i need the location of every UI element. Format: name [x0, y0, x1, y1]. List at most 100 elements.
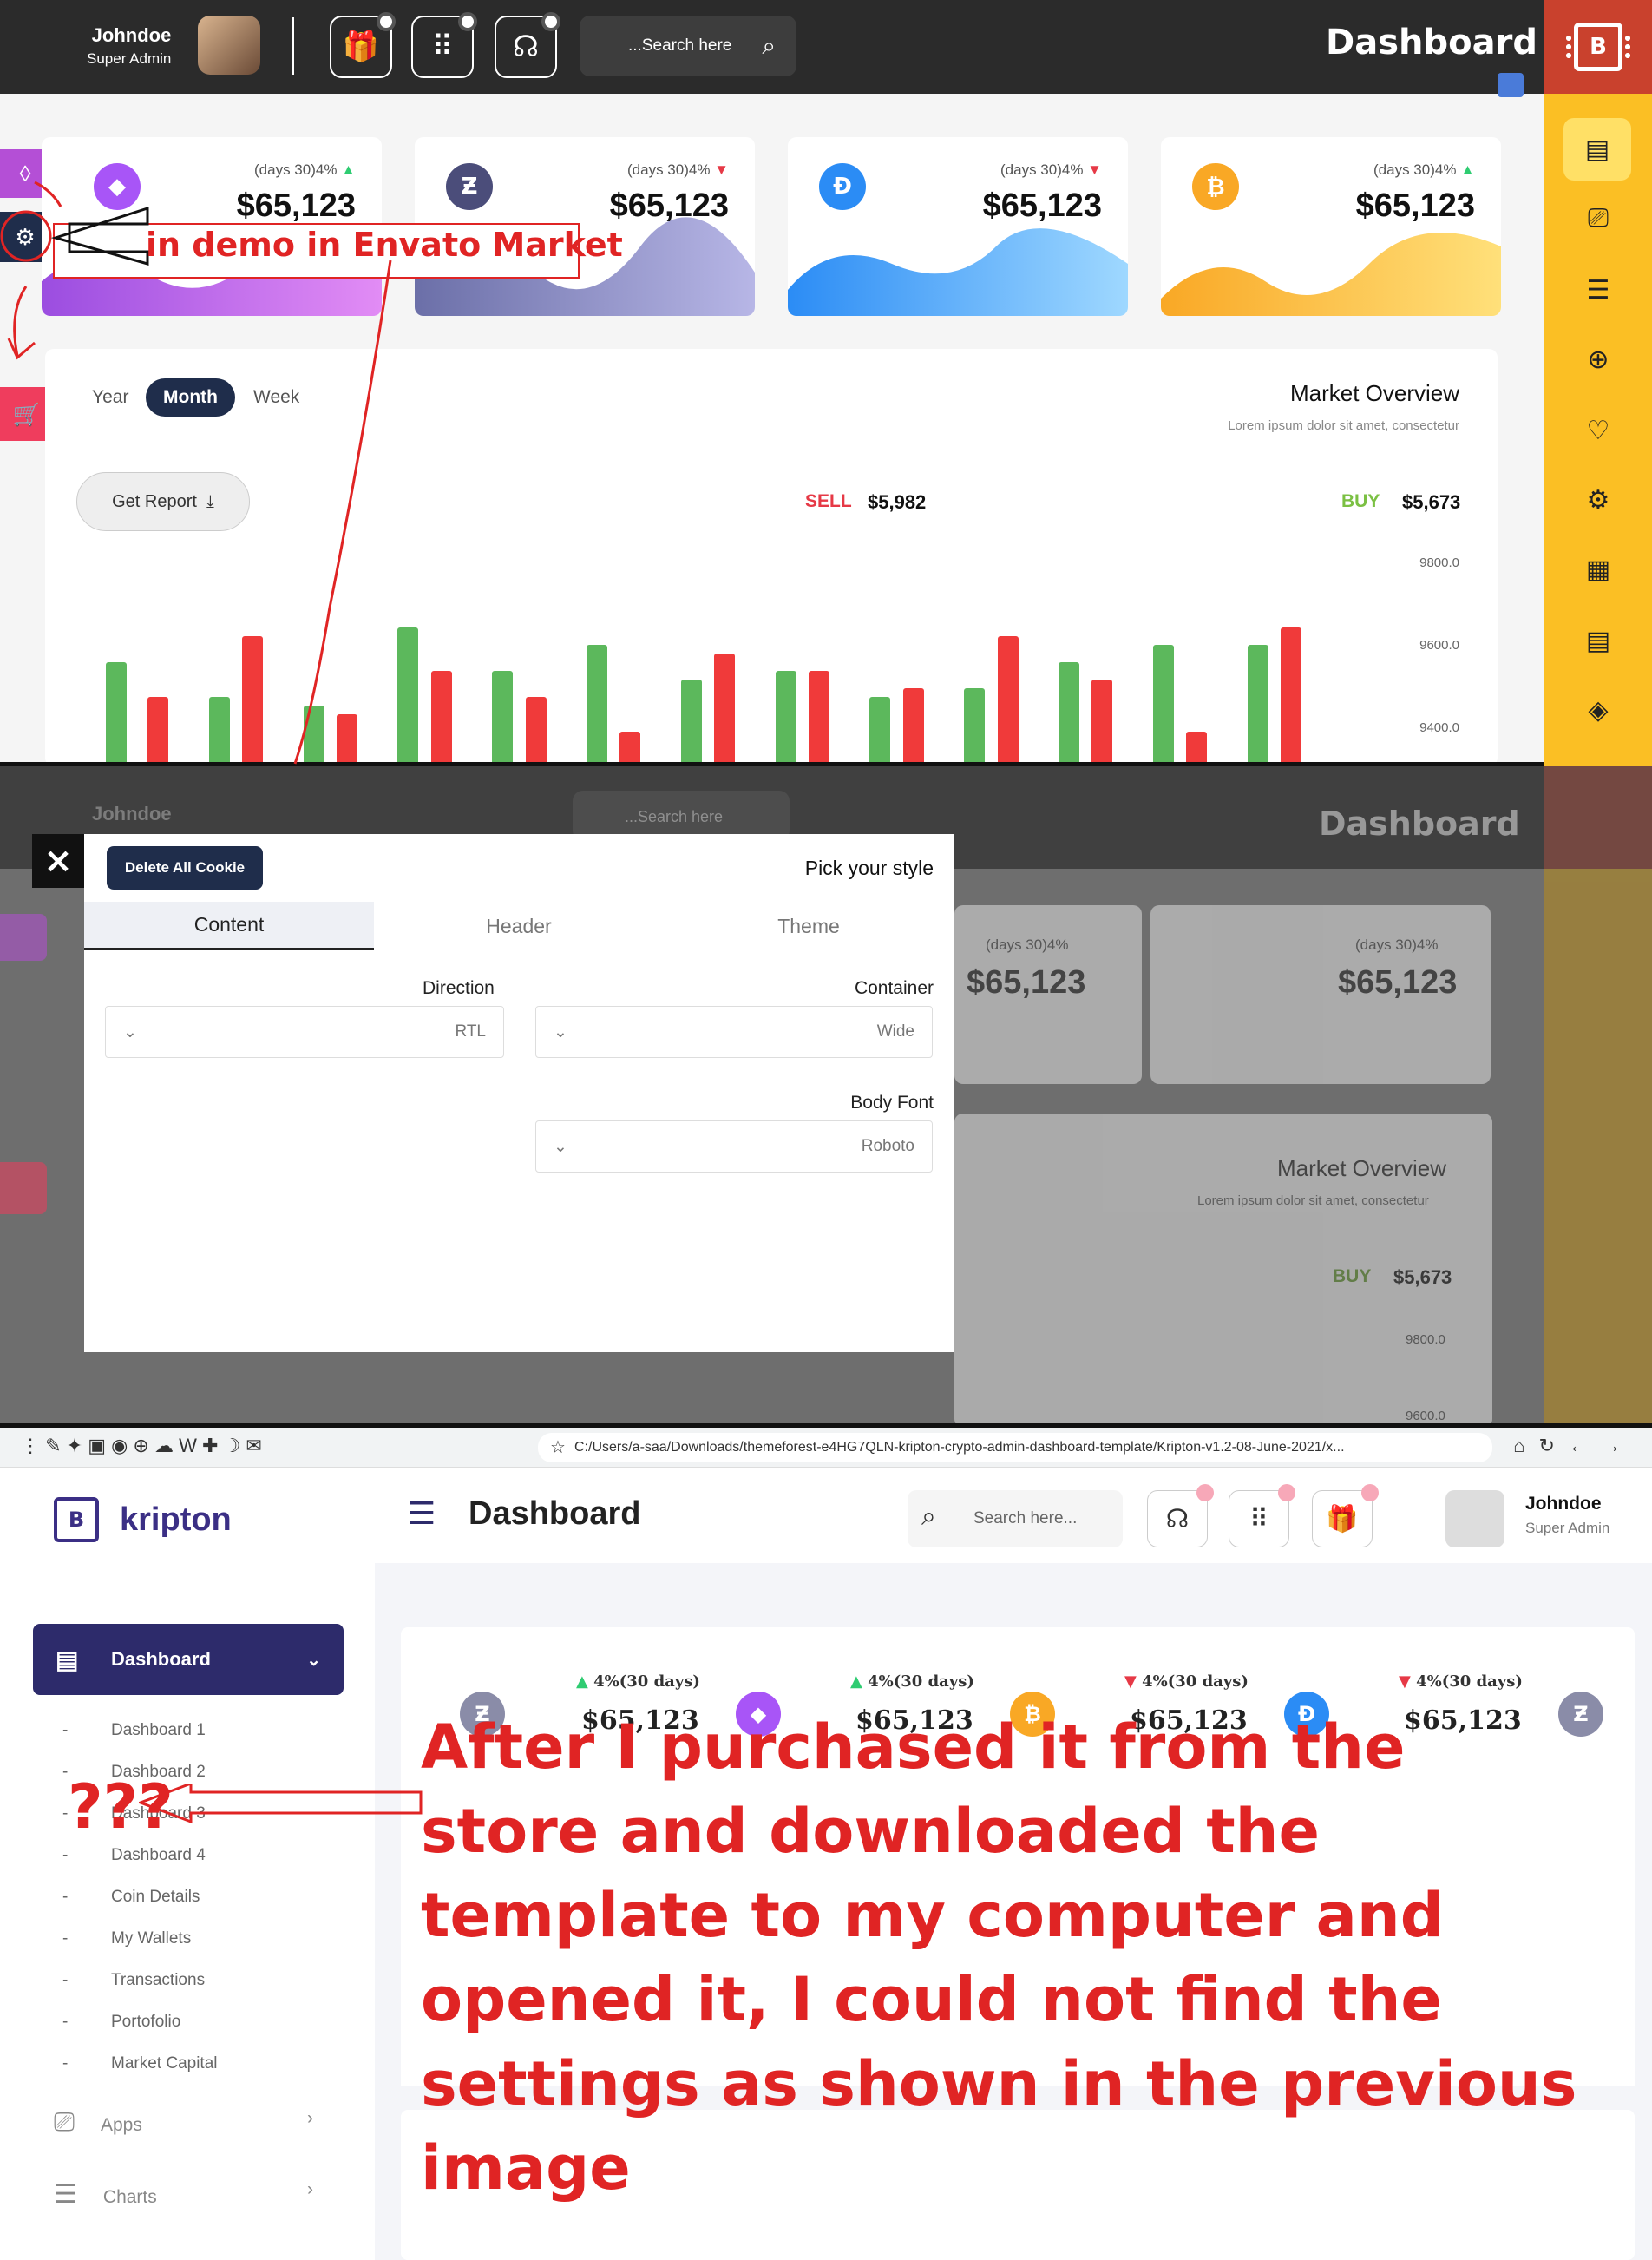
browser-toolbar: ⋮ ✎ ✦ ▣ ◉ ⊕ ☁ W ✚ ☽ ✉ ☆ C:/Users/a-saa/D…: [0, 1428, 1652, 1468]
stat-card: ₿ (days 30)4% ▲ $65,123: [1161, 137, 1501, 316]
clipboard-icon: ▦: [1585, 555, 1611, 584]
menu-toggle-icon[interactable]: ☰: [408, 1495, 436, 1532]
candle-bar: [964, 688, 986, 766]
y-tick: 9600.0: [1419, 638, 1459, 653]
local-template-screenshot: ⋮ ✎ ✦ ▣ ◉ ⊕ ☁ W ✚ ☽ ✉ ☆ C:/Users/a-saa/D…: [0, 1428, 1652, 2260]
gift-button[interactable]: 🎁: [1312, 1484, 1379, 1547]
gift-icon: 🎁: [1326, 1504, 1359, 1534]
annotation-arrow: [139, 1784, 423, 1824]
sidebar-item-layers[interactable]: ◈: [1579, 691, 1617, 729]
sidebar-subitem[interactable]: Market Capital: [62, 2054, 218, 2073]
sidebar-subitem-label: Market Capital: [111, 2054, 218, 2073]
buy-value: $5,673: [1402, 491, 1461, 513]
tab-header[interactable]: Header: [374, 902, 664, 950]
translate-icon[interactable]: [1498, 73, 1524, 97]
globe-icon: ⊕: [1587, 345, 1609, 374]
logo-text: kripton: [120, 1501, 232, 1538]
buy-label: BUY: [1341, 491, 1380, 511]
sidebar-subitem-label: Dashboard 4: [111, 1846, 206, 1864]
sell-value: $5,982: [868, 491, 927, 513]
gear-icon: ⚙: [1586, 485, 1610, 515]
tab-content[interactable]: Content: [84, 902, 374, 950]
url-text: C:/Users/a-saa/Downloads/themeforest-e4H…: [574, 1440, 1345, 1455]
dashboard-icon: ▤: [56, 1646, 79, 1673]
candle-bar: [714, 654, 736, 766]
user-name: Johndoe: [1525, 1494, 1602, 1514]
sidebar-subitem-label: Portofolio: [111, 2013, 181, 2031]
right-sidebar: ▤ ⎚ ☰ ⊕ ♡ ⚙ ▦ ▤ ◈: [1544, 94, 1652, 766]
bell-icon: ☊: [1165, 1504, 1190, 1534]
bitcoin-chip-icon: B: [1566, 23, 1630, 71]
chevron-down-icon: ⌄: [554, 1022, 567, 1041]
sidebar-subitem[interactable]: Dashboard 4: [62, 1846, 206, 1865]
direction-label: Direction: [423, 978, 495, 998]
kripton-logo[interactable]: B kripton: [54, 1497, 232, 1542]
nav-icons: ⌂↻←→: [1513, 1435, 1635, 1456]
user-name: Johndoe: [92, 803, 172, 825]
close-settings-button[interactable]: ×: [32, 834, 84, 888]
y-tick: 9400.0: [1419, 720, 1459, 735]
y-tick: 9600.0: [1406, 1409, 1446, 1423]
bitcoin-icon: ₿: [1192, 163, 1239, 210]
page-title: Dashboard: [1319, 805, 1520, 843]
chevron-right-icon: ›: [307, 2108, 313, 2128]
sidebar-subitem-label: Transactions: [111, 1971, 206, 1989]
container-select[interactable]: ⌄ Wide: [535, 1006, 933, 1058]
sidebar-item-settings[interactable]: ⚙: [1579, 481, 1617, 519]
card-percent: ▼ 4%(30 days): [1124, 1672, 1249, 1691]
sidebar-item-tables[interactable]: ▤: [1579, 621, 1617, 660]
table-icon: ▤: [1585, 626, 1611, 655]
sidebar-item-dashboard[interactable]: ▤ Dashboard ⌄: [33, 1624, 344, 1695]
address-bar[interactable]: ☆ C:/Users/a-saa/Downloads/themeforest-e…: [538, 1433, 1492, 1462]
left-sidebar: B kripton ▤ Dashboard ⌄ Dashboard 1 Dashb…: [0, 1468, 375, 2260]
sidebar-item-favorites[interactable]: ♡: [1579, 411, 1617, 450]
delete-cookie-button[interactable]: Delete All Cookie: [107, 846, 263, 890]
sidebar-subitem-label: Coin Details: [111, 1888, 200, 1906]
sidebar-item-globe[interactable]: ⊕: [1579, 340, 1617, 378]
style-picker-screenshot: Johndoe ...Search here Dashboard (days 3…: [0, 766, 1652, 1428]
sidebar-item-charts[interactable]: ☰: [1579, 271, 1617, 309]
sidebar-item-forms[interactable]: ▦: [1579, 550, 1617, 588]
chevron-down-icon: ⌄: [123, 1022, 137, 1041]
chevron-down-icon: ⌄: [306, 1650, 321, 1670]
sidebar-item-apps[interactable]: ⎚: [1579, 200, 1617, 238]
grid-icon: ⠿: [1249, 1504, 1268, 1534]
search-input[interactable]: ⌕ Search here...: [908, 1490, 1123, 1547]
sidebar-subitem[interactable]: Portofolio: [62, 2013, 181, 2032]
body-font-select[interactable]: ⌄ Roboto: [535, 1120, 933, 1173]
sidebar-item-dashboard[interactable]: ▤: [1564, 118, 1631, 181]
settings-tabs: Content Header Theme: [84, 902, 954, 950]
card-percent: (days 30)4% ▼: [627, 161, 729, 178]
candle-bar: [869, 697, 891, 766]
direction-value: RTL: [455, 1022, 486, 1041]
demo-screenshot: Johndoe Super Admin 🎁 ⠿ ☊ ...Search here…: [0, 0, 1652, 766]
tab-theme[interactable]: Theme: [664, 902, 954, 950]
sidebar-subitem[interactable]: Coin Details: [62, 1888, 200, 1907]
notifications-button[interactable]: ☊: [1147, 1484, 1214, 1547]
search-input[interactable]: ...Search here ⌕: [580, 16, 796, 76]
sidebar-item-charts[interactable]: ☰ Charts ›: [54, 2179, 313, 2210]
sidebar-item-apps[interactable]: ⎚ Apps ›: [54, 2108, 313, 2138]
market-title: Market Overview: [1277, 1155, 1447, 1181]
sidebar-subitem[interactable]: Transactions: [62, 1971, 206, 1990]
direction-select[interactable]: ⌄ RTL: [105, 1006, 504, 1058]
layers-icon: ◈: [1588, 695, 1609, 725]
candle-bar: [809, 671, 829, 766]
annotation-arrows: [0, 181, 580, 765]
market-subtitle: Lorem ipsum dolor sit amet, consectetur: [1228, 418, 1459, 433]
top-header: ☰ Dashboard ⌕ Search here... ☊ ⠿ 🎁 Johnd…: [375, 1468, 1652, 1563]
annotation-demo: in demo in Envato Market: [146, 226, 623, 264]
brand-logo[interactable]: B: [1544, 0, 1652, 94]
card-percent: (days 30)4% ▲: [1373, 161, 1475, 178]
body-font-value: Roboto: [861, 1137, 914, 1155]
candle-bar: [1247, 645, 1268, 766]
card-value: $65,123: [1355, 187, 1475, 224]
dashboard-icon: ▤: [1584, 135, 1610, 164]
sidebar-subitem[interactable]: My Wallets: [62, 1929, 191, 1948]
card-percent: ▲ 4%(30 days): [850, 1672, 974, 1691]
apps-button[interactable]: ⠿: [1229, 1484, 1295, 1547]
style-settings-panel: Delete All Cookie Pick your style Conten…: [84, 834, 954, 1352]
sidebar-subitem[interactable]: Dashboard 1: [62, 1721, 206, 1740]
avatar[interactable]: [1446, 1490, 1504, 1547]
user-role: Super Admin: [1525, 1520, 1610, 1536]
